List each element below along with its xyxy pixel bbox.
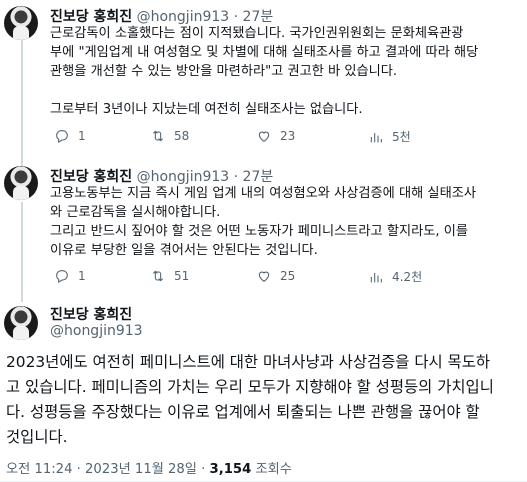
retweet-icon [152, 270, 164, 282]
like-icon [258, 271, 270, 282]
reply-icon [56, 270, 68, 283]
views-label: 조회수 [251, 462, 292, 477]
tweet-text: 2023년에도 여전히 페미니스트에 대한 마녀사냥과 사상검증을 다시 목도하… [6, 353, 494, 446]
view-count: 3,154 [209, 462, 252, 477]
views-count: 5천 [392, 130, 411, 144]
reply-button[interactable]: 1 [54, 268, 86, 284]
avatar[interactable] [4, 166, 38, 200]
tweet-text: 고용노동부는 지금 즉시 게임 업계 내의 여성혐오와 사상검증에 대해 실태조… [50, 186, 476, 258]
tweet-actions: 1 58 23 5천 [50, 128, 520, 148]
like-count: 23 [280, 129, 296, 143]
views-button[interactable]: 4.2천 [368, 268, 422, 285]
author-handle[interactable]: @hongjin913 [137, 169, 230, 185]
tweet-text: 근로감독이 소홀했다는 점이 지적됐습니다. 국가인권위원회는 문화체육관광 부… [50, 26, 479, 117]
separator: · [229, 169, 243, 185]
retweet-icon [152, 130, 164, 142]
like-icon [258, 131, 270, 142]
tweet-time[interactable]: 27분 [243, 169, 274, 185]
like-button[interactable]: 25 [256, 268, 295, 284]
author-handle[interactable]: @hongjin913 [137, 9, 230, 25]
retweet-button[interactable]: 51 [150, 268, 189, 284]
retweet-button[interactable]: 58 [150, 128, 189, 144]
retweet-count: 51 [174, 269, 190, 283]
author-name[interactable]: 진보당 홍희진 [50, 304, 132, 324]
reply-button[interactable]: 1 [54, 128, 86, 144]
author-name[interactable]: 진보당 홍희진 [50, 169, 132, 185]
reply-count: 1 [78, 269, 86, 283]
tweet-time[interactable]: 27분 [243, 9, 274, 25]
author-name[interactable]: 진보당 홍희진 [50, 9, 132, 25]
retweet-count: 58 [174, 129, 190, 143]
tweet-header: 진보당 홍희진 @hongjin913 · 27분 [50, 6, 273, 26]
like-count: 25 [280, 269, 296, 283]
views-icon [370, 132, 382, 142]
thread-line-2 [21, 202, 23, 302]
views-icon [370, 272, 382, 282]
views-count: 4.2천 [392, 270, 423, 284]
reply-icon [56, 130, 68, 143]
separator: · [229, 9, 243, 25]
avatar[interactable] [4, 6, 38, 40]
tweet-header: 진보당 홍희진 @hongjin913 · 27분 [50, 166, 273, 186]
tweet-timestamp[interactable]: 오전 11:24 · 2023년 11월 28일 · [6, 462, 210, 477]
tweet-actions: 1 51 25 4.2천 [50, 268, 520, 288]
thread-line-1 [21, 40, 23, 168]
tweet-meta: 오전 11:24 · 2023년 11월 28일 · 3,154 조회수 [6, 458, 292, 477]
views-button[interactable]: 5천 [368, 128, 411, 145]
author-handle[interactable]: @hongjin913 [50, 323, 143, 339]
reply-count: 1 [78, 129, 86, 143]
avatar[interactable] [4, 306, 38, 340]
like-button[interactable]: 23 [256, 128, 295, 144]
